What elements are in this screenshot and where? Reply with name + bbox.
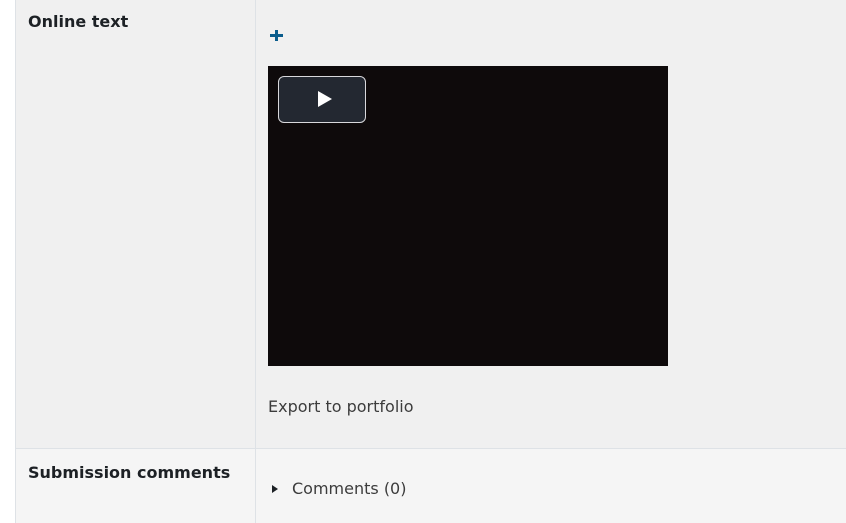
online-text-row: Online text Export to portfolio [16, 0, 846, 448]
plus-icon[interactable] [268, 27, 284, 43]
export-to-portfolio-link[interactable]: Export to portfolio [268, 397, 414, 416]
submission-comments-label-cell: Submission comments [16, 449, 256, 523]
play-button[interactable] [278, 76, 366, 123]
play-icon [318, 91, 332, 107]
comments-toggle-label: Comments (0) [292, 479, 407, 498]
video-player[interactable] [268, 66, 668, 366]
online-text-content-cell: Export to portfolio [256, 0, 846, 448]
submission-comments-row: Submission comments Comments (0) [16, 448, 846, 523]
submission-status-table: Online text Export to portfolio Submissi… [15, 0, 846, 523]
caret-right-icon [272, 485, 278, 493]
submission-comments-content-cell: Comments (0) [256, 449, 846, 523]
online-text-label: Online text [28, 12, 129, 31]
submission-comments-label: Submission comments [28, 463, 231, 482]
online-text-label-cell: Online text [16, 0, 256, 448]
